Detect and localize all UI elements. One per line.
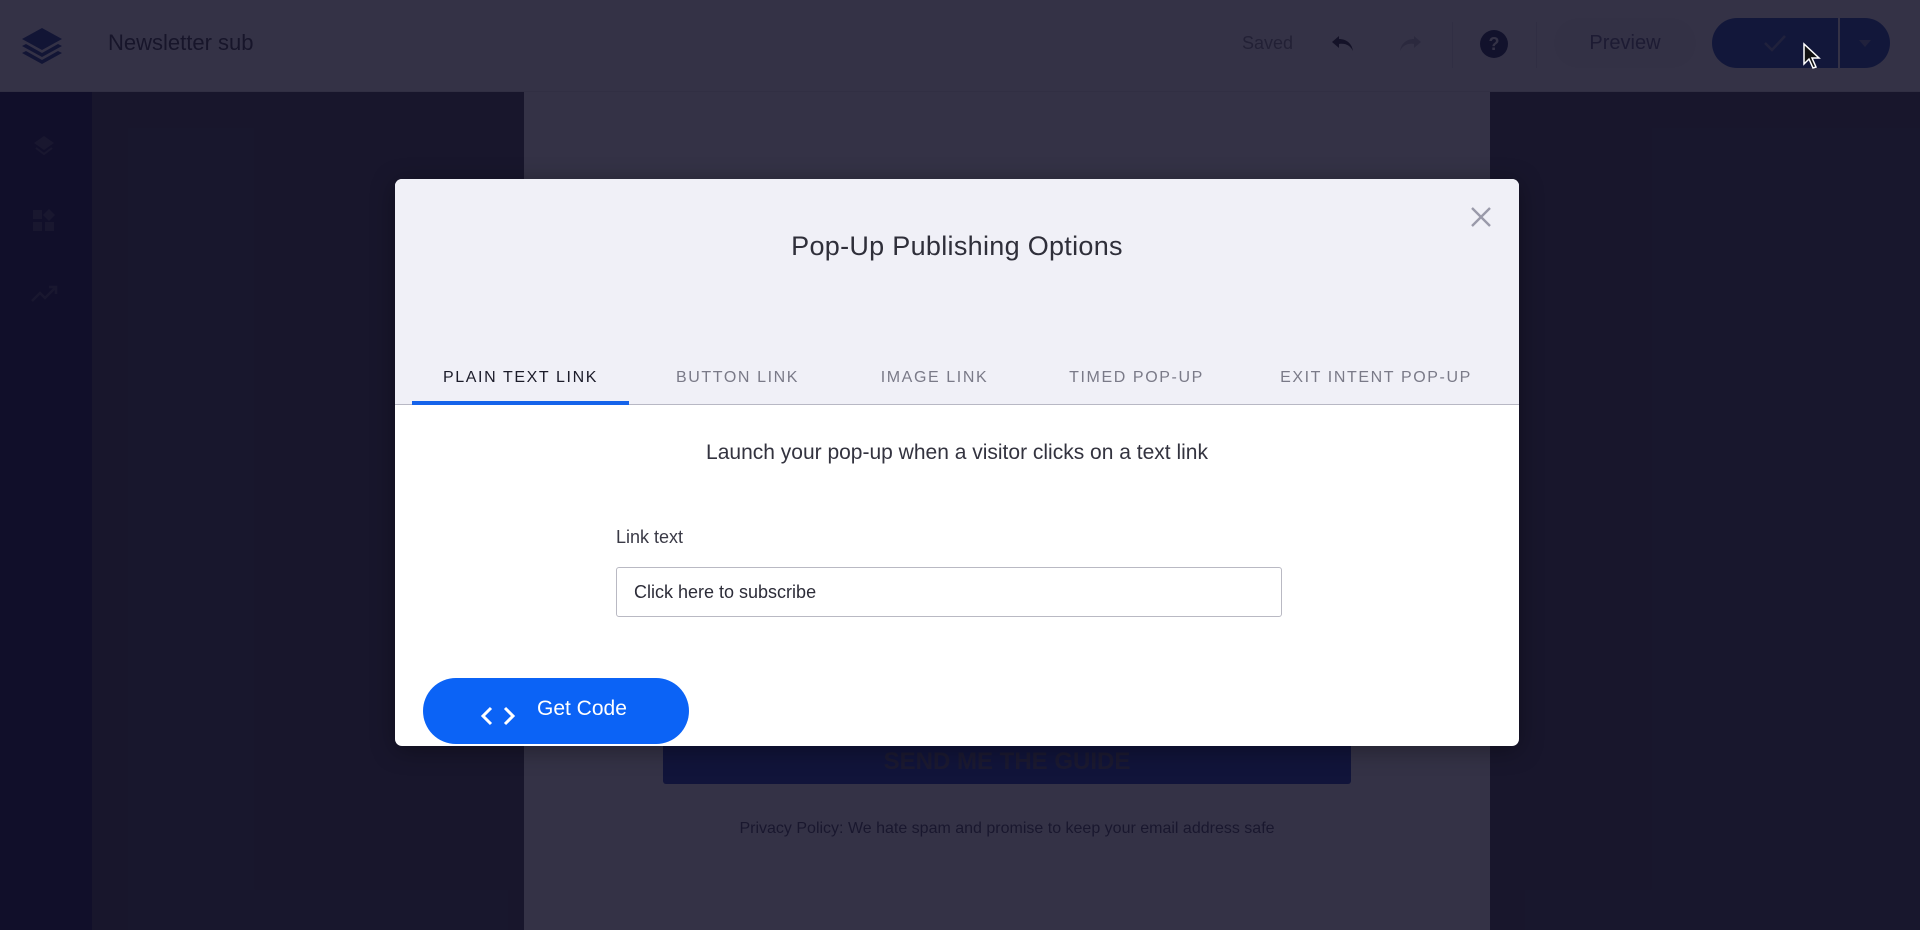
modal-header: Pop-Up Publishing Options PLAIN TEXT LIN…: [395, 179, 1519, 405]
get-code-button[interactable]: Get Code: [423, 678, 689, 744]
close-icon[interactable]: [1465, 201, 1497, 233]
tab-button-link[interactable]: BUTTON LINK: [629, 359, 846, 405]
get-code-label: Get Code: [537, 697, 627, 720]
code-brackets-icon: [480, 706, 516, 726]
tab-description: Launch your pop-up when a visitor clicks…: [706, 441, 1208, 464]
tab-plain-text-link[interactable]: PLAIN TEXT LINK: [412, 359, 629, 405]
link-text-input[interactable]: [616, 567, 1282, 617]
link-text-label: Link text: [616, 527, 684, 547]
tab-timed-pop-up[interactable]: TIMED POP-UP: [1023, 359, 1250, 405]
tab-exit-intent-pop-up[interactable]: EXIT INTENT POP-UP: [1250, 359, 1502, 405]
publishing-options-modal: Pop-Up Publishing Options PLAIN TEXT LIN…: [395, 179, 1519, 746]
tab-image-link[interactable]: IMAGE LINK: [846, 359, 1023, 405]
publishing-tabs: PLAIN TEXT LINK BUTTON LINK IMAGE LINK T…: [412, 359, 1502, 405]
mouse-cursor-icon: [1803, 42, 1821, 69]
modal-title: Pop-Up Publishing Options: [791, 231, 1123, 261]
